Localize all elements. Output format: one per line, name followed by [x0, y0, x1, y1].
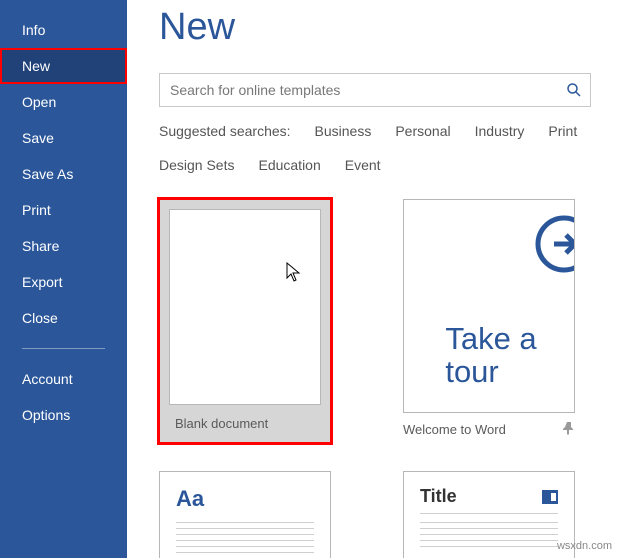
preview-line	[176, 528, 314, 529]
document-icon	[542, 490, 558, 504]
template-title-page[interactable]: Title	[403, 471, 575, 558]
suggested-link-industry[interactable]: Industry	[475, 123, 525, 139]
preview-line	[176, 546, 314, 547]
template-single-spaced[interactable]: Aa	[159, 471, 331, 558]
sidebar-item-account[interactable]: Account	[0, 361, 127, 397]
cursor-icon	[286, 262, 302, 284]
tour-text: Take a tour	[445, 323, 536, 388]
sidebar-item-save[interactable]: Save	[0, 120, 127, 156]
suggested-link-print[interactable]: Print	[548, 123, 577, 139]
sidebar-divider	[22, 348, 105, 349]
preview-line	[420, 546, 558, 547]
page-title: New	[159, 6, 622, 49]
main-panel: New Suggested searches: Business Persona…	[127, 0, 622, 558]
watermark: wsxdn.com	[557, 540, 612, 552]
pin-icon[interactable]	[563, 421, 575, 438]
suggested-link-business[interactable]: Business	[315, 123, 372, 139]
preview-line	[176, 522, 314, 523]
template-blank-caption: Blank document	[175, 416, 268, 431]
suggested-link-event[interactable]: Event	[345, 157, 381, 173]
suggested-searches: Suggested searches: Business Personal In…	[159, 123, 599, 173]
sidebar-item-open[interactable]: Open	[0, 84, 127, 120]
sidebar-item-close[interactable]: Close	[0, 300, 127, 336]
search-input[interactable]	[170, 82, 566, 98]
template-title-heading: Title	[420, 486, 457, 507]
preview-line	[420, 528, 558, 529]
sidebar-item-save-as[interactable]: Save As	[0, 156, 127, 192]
sidebar-item-info[interactable]: Info	[0, 12, 127, 48]
template-tour-caption: Welcome to Word	[403, 422, 506, 437]
suggested-label: Suggested searches:	[159, 123, 291, 139]
arrow-right-circle-icon	[534, 214, 575, 274]
suggested-link-personal[interactable]: Personal	[395, 123, 450, 139]
preview-line	[176, 552, 314, 553]
sidebar-item-print[interactable]: Print	[0, 192, 127, 228]
preview-line	[420, 522, 558, 523]
backstage-sidebar: Info New Open Save Save As Print Share E…	[0, 0, 127, 558]
template-blank-preview	[169, 209, 321, 405]
preview-line	[420, 534, 558, 535]
sidebar-item-export[interactable]: Export	[0, 264, 127, 300]
sidebar-item-share[interactable]: Share	[0, 228, 127, 264]
template-blank-document[interactable]: Blank document	[159, 199, 331, 443]
search-icon[interactable]	[566, 82, 582, 98]
template-heading-aa: Aa	[176, 486, 314, 512]
suggested-link-education[interactable]: Education	[258, 157, 320, 173]
preview-line	[176, 534, 314, 535]
template-welcome-tour[interactable]: Take a tour	[403, 199, 575, 413]
search-box[interactable]	[159, 73, 591, 107]
suggested-link-design-sets[interactable]: Design Sets	[159, 157, 234, 173]
sidebar-item-new[interactable]: New	[0, 48, 127, 84]
preview-line	[176, 540, 314, 541]
preview-line	[420, 540, 558, 541]
sidebar-item-options[interactable]: Options	[0, 397, 127, 433]
